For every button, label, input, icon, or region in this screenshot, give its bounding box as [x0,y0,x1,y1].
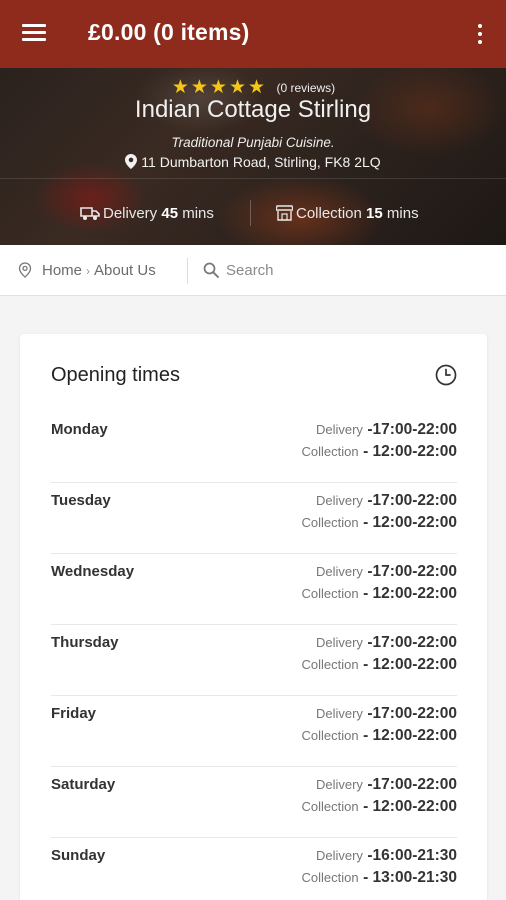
breadcrumb: Home › About Us [18,262,156,279]
day-name: Monday [51,421,108,438]
delivery-hours-label: Delivery [315,777,363,792]
clock-icon [435,364,457,391]
day-row: Wednesday Delivery -17:00-22:00 Collection… [51,554,457,625]
delivery-time: Delivery 45 mins [80,205,214,222]
day-row: Friday Delivery -17:00-22:00 Collection - … [51,696,457,767]
day-row: Monday Delivery -17:00-22:00 Collection - … [51,412,457,483]
collection-hours-label: Collection [301,799,359,814]
delivery-hours-value: -17:00-22:00 [367,421,457,438]
collection-hours-label: Collection [301,657,359,672]
day-row: Sunday Delivery -16:00-21:30 Collection - … [51,838,457,900]
more-vert-icon[interactable] [476,22,484,46]
collection-hours-value: - 12:00-22:00 [363,585,457,602]
collection-hours-value: - 12:00-22:00 [363,514,457,531]
collection-hours-label: Collection [301,586,359,601]
collection-hours: Collection - 12:00-22:00 [302,798,457,816]
delivery-hours: Delivery -17:00-22:00 [316,492,457,510]
opening-times-title: Opening times [51,364,180,386]
delivery-hours: Delivery -17:00-22:00 [316,421,457,439]
delivery-hours-label: Delivery [315,706,363,721]
reviews-count[interactable]: (0 reviews) [277,81,336,95]
day-row: Tuesday Delivery -17:00-22:00 Collection -… [51,483,457,554]
star-icon: ★ [248,77,266,98]
breadcrumb-about-us[interactable]: About Us [94,262,156,279]
breadcrumb-home[interactable]: Home [42,262,82,279]
hero-divider [0,178,506,179]
collection-hours: Collection - 12:00-22:00 [302,443,457,461]
collection-hours-value: - 12:00-22:00 [363,798,457,815]
star-icon: ★ [209,77,227,98]
delivery-unit: mins [182,205,214,222]
delivery-hours-value: -17:00-22:00 [367,776,457,793]
collection-hours-label: Collection [301,515,359,530]
collection-hours-value: - 12:00-22:00 [363,443,457,460]
star-icon: ★ [228,77,246,98]
menu-icon[interactable] [22,22,48,44]
day-name: Wednesday [51,563,135,580]
star-icon: ★ [190,77,208,98]
collection-hours-label: Collection [301,444,359,459]
address-text: 11 Dumbarton Road, Stirling, FK8 2LQ [141,154,381,170]
opening-times-card: Opening times Monday Delivery -17:00-22:0… [20,334,487,900]
day-row: Thursday Delivery -17:00-22:00 Collection … [51,625,457,696]
collection-hours: Collection - 12:00-22:00 [302,727,457,745]
collection-hours-value: - 12:00-22:00 [363,727,457,744]
delivery-hours-value: -16:00-21:30 [367,847,457,864]
meta-divider [250,200,251,226]
delivery-hours-value: -17:00-22:00 [367,492,457,509]
collection-time: Collection 15 mins [275,205,419,222]
day-name: Tuesday [51,492,111,509]
collection-hours: Collection - 12:00-22:00 [302,585,457,603]
collection-hours-value: - 13:00-21:30 [363,869,457,886]
location-pin-icon [125,154,138,169]
day-name: Sunday [51,847,106,864]
delivery-hours-label: Delivery [315,422,363,437]
collection-label: Collection [296,205,362,222]
delivery-hours: Delivery -17:00-22:00 [316,634,457,652]
search-input[interactable] [226,259,486,281]
day-name: Friday [51,705,97,722]
restaurant-hero: ★ ★ ★ ★ ★ (0 reviews) Indian Cottage Stirlin… [0,68,506,245]
nav-bar: Home › About Us [0,245,506,296]
delivery-hours-value: -17:00-22:00 [367,563,457,580]
day-row: Saturday Delivery -17:00-22:00 Collection … [51,767,457,838]
collection-hours-label: Collection [301,870,359,885]
day-name: Saturday [51,776,116,793]
collection-hours: Collection - 12:00-22:00 [302,656,457,674]
collection-hours: Collection - 12:00-22:00 [302,514,457,532]
delivery-hours-value: -17:00-22:00 [367,634,457,651]
search-divider [187,258,188,284]
delivery-hours: Delivery -17:00-22:00 [316,705,457,723]
delivery-hours: Delivery -16:00-21:30 [316,847,457,865]
delivery-label: Delivery [103,205,158,222]
delivery-hours-value: -17:00-22:00 [367,705,457,722]
cart-summary[interactable]: £0.00 (0 items) [88,19,250,46]
app-bar: £0.00 (0 items) [0,0,506,68]
star-icon: ★ [171,77,189,98]
collection-hours: Collection - 13:00-21:30 [302,869,457,887]
day-name: Thursday [51,634,119,651]
location-pin-icon [18,262,32,278]
delivery-minutes: 45 [161,205,179,222]
delivery-hours: Delivery -17:00-22:00 [316,563,457,581]
collection-unit: mins [386,205,419,222]
delivery-hours-label: Delivery [315,564,363,579]
restaurant-tagline: Traditional Punjabi Cuisine. [171,135,335,150]
store-icon [275,205,294,221]
delivery-hours-label: Delivery [315,848,363,863]
collection-hours-label: Collection [301,728,359,743]
search-icon[interactable] [203,262,219,283]
restaurant-address: 11 Dumbarton Road, Stirling, FK8 2LQ [0,154,506,170]
breadcrumb-separator: › [86,264,91,278]
collection-hours-value: - 12:00-22:00 [363,656,457,673]
restaurant-name: Indian Cottage Stirling [134,96,372,123]
delivery-hours-label: Delivery [315,635,363,650]
truck-icon [80,207,100,220]
collection-minutes: 15 [366,205,383,222]
delivery-hours-label: Delivery [315,493,363,508]
delivery-hours: Delivery -17:00-22:00 [316,776,457,794]
